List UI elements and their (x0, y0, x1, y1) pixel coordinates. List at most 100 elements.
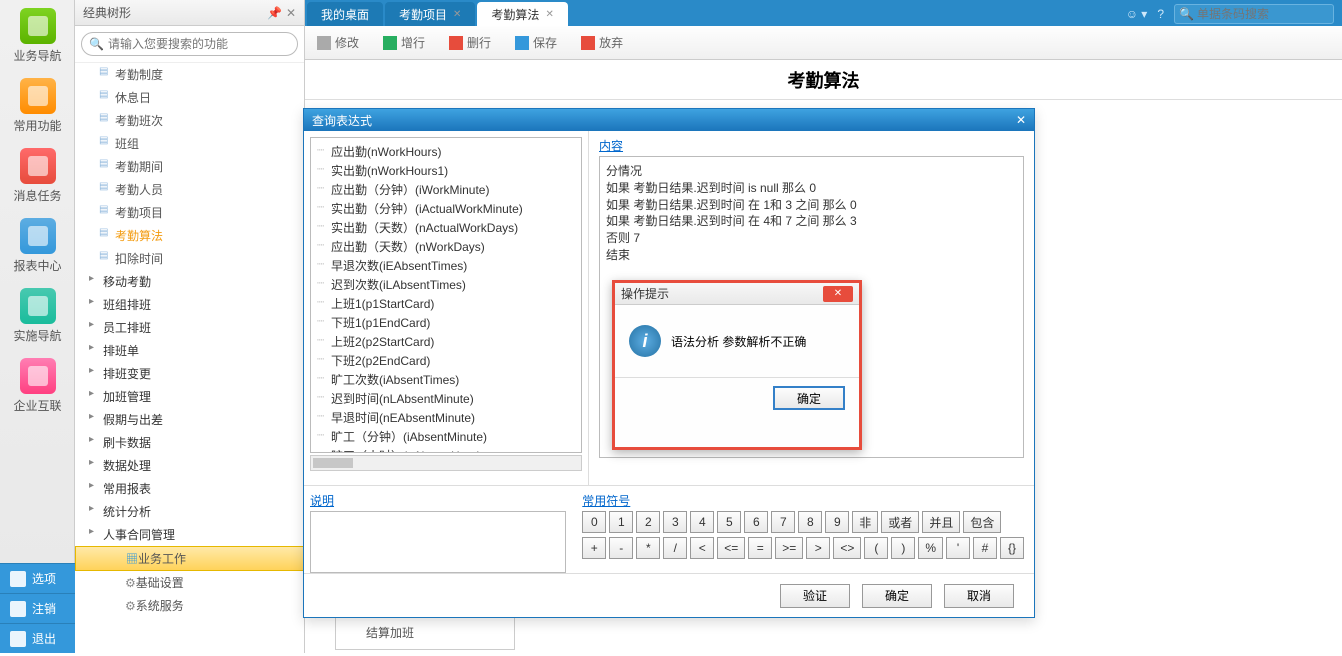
symbol-button[interactable]: 6 (744, 511, 768, 533)
field-item[interactable]: 旷工（分钟）(iAbsentMinute) (331, 427, 577, 446)
pin-icon[interactable]: 📌 (267, 6, 282, 20)
tree-group[interactable]: 假期与出差 (75, 408, 304, 431)
symbol-button[interactable]: {} (1000, 537, 1024, 559)
field-list[interactable]: 应出勤(nWorkHours)实出勤(nWorkHours1)应出勤（分钟）(i… (310, 137, 582, 453)
nav-favorites[interactable]: 常用功能 (0, 70, 75, 140)
symbol-button[interactable]: 0 (582, 511, 606, 533)
alert-ok-button[interactable]: 确定 (773, 386, 845, 410)
cancel-button[interactable]: 取消 (944, 584, 1014, 608)
tree-group[interactable]: 排班变更 (75, 362, 304, 385)
tree-group[interactable]: 人事合同管理 (75, 523, 304, 546)
tree-group[interactable]: 员工排班 (75, 316, 304, 339)
nav-deploy[interactable]: 实施导航 (0, 280, 75, 350)
field-item[interactable]: 应出勤(nWorkHours) (331, 142, 577, 161)
tree-leaf[interactable]: 考勤期间 (75, 155, 304, 178)
tree-leaf[interactable]: 考勤制度 (75, 63, 304, 86)
nav-reports[interactable]: 报表中心 (0, 210, 75, 280)
field-item[interactable]: 应出勤（天数）(nWorkDays) (331, 237, 577, 256)
tree-group[interactable]: 常用报表 (75, 477, 304, 500)
symbol-button[interactable]: 5 (717, 511, 741, 533)
tree-item-highlight[interactable]: 业务工作 (75, 546, 304, 571)
field-item[interactable]: 下班1(p1EndCard) (331, 313, 577, 332)
nav-enterprise[interactable]: 企业互联 (0, 350, 75, 420)
field-item[interactable]: 上班1(p1StartCard) (331, 294, 577, 313)
delrow-button[interactable]: 删行 (449, 34, 491, 51)
options-button[interactable]: 选项 (0, 563, 75, 593)
symbol-button[interactable]: < (690, 537, 714, 559)
logout-button[interactable]: 注销 (0, 593, 75, 623)
symbol-button[interactable]: ' (946, 537, 970, 559)
edit-button[interactable]: 修改 (317, 34, 359, 51)
tree-group[interactable]: 排班单 (75, 339, 304, 362)
tree-group[interactable]: 班组排班 (75, 293, 304, 316)
tree-service[interactable]: 基础设置 (75, 571, 304, 594)
field-item[interactable]: 实出勤（分钟）(iActualWorkMinute) (331, 199, 577, 218)
symbol-button[interactable]: 8 (798, 511, 822, 533)
dialog-titlebar[interactable]: 查询表达式 ✕ (304, 109, 1034, 131)
tree-service[interactable]: 系统服务 (75, 594, 304, 617)
tree-group[interactable]: 刷卡数据 (75, 431, 304, 454)
list-item[interactable]: 结算加班 (336, 622, 514, 643)
symbol-button[interactable]: % (918, 537, 943, 559)
symbol-button[interactable]: >= (775, 537, 803, 559)
tab[interactable]: 我的桌面 (307, 2, 383, 26)
content-label[interactable]: 内容 (599, 137, 623, 154)
symbol-button[interactable]: 并且 (922, 511, 960, 533)
tree-body[interactable]: 考勤制度休息日考勤班次班组考勤期间考勤人员考勤项目考勤算法扣除时间 移动考勤班组… (75, 63, 304, 656)
tree-group[interactable]: 移动考勤 (75, 270, 304, 293)
nav-business[interactable]: 业务导航 (0, 0, 75, 70)
symbol-button[interactable]: > (806, 537, 830, 559)
field-item[interactable]: 旷工（小时）(nAbsentHour) (331, 446, 577, 453)
tree-group[interactable]: 加班管理 (75, 385, 304, 408)
field-item[interactable]: 早退次数(iEAbsentTimes) (331, 256, 577, 275)
field-item[interactable]: 迟到次数(iLAbsentTimes) (331, 275, 577, 294)
validate-button[interactable]: 验证 (780, 584, 850, 608)
barcode-search-input[interactable] (1174, 4, 1334, 24)
field-item[interactable]: 上班2(p2StartCard) (331, 332, 577, 351)
field-item[interactable]: 早退时间(nEAbsentMinute) (331, 408, 577, 427)
smiley-icon[interactable]: ☺ ▾ (1126, 7, 1148, 21)
symbol-button[interactable]: 2 (636, 511, 660, 533)
field-item[interactable]: 实出勤(nWorkHours1) (331, 161, 577, 180)
help-icon[interactable]: ? (1157, 7, 1164, 21)
symbol-button[interactable]: 4 (690, 511, 714, 533)
tree-leaf[interactable]: 考勤班次 (75, 109, 304, 132)
tree-leaf[interactable]: 扣除时间 (75, 247, 304, 270)
close-icon[interactable]: ✕ (1016, 113, 1026, 127)
exit-button[interactable]: 退出 (0, 623, 75, 653)
close-icon[interactable]: ✕ (286, 6, 296, 20)
symbol-button[interactable]: * (636, 537, 660, 559)
tree-leaf[interactable]: 考勤算法 (75, 224, 304, 247)
tree-group[interactable]: 数据处理 (75, 454, 304, 477)
addrow-button[interactable]: 增行 (383, 34, 425, 51)
close-icon[interactable]: ✕ (545, 9, 553, 20)
close-icon[interactable]: ✕ (823, 286, 853, 302)
symbol-button[interactable]: + (582, 537, 606, 559)
tree-group[interactable]: 统计分析 (75, 500, 304, 523)
tree-leaf[interactable]: 休息日 (75, 86, 304, 109)
symbol-button[interactable]: <= (717, 537, 745, 559)
symbol-button[interactable]: <> (833, 537, 861, 559)
ok-button[interactable]: 确定 (862, 584, 932, 608)
symbol-button[interactable]: = (748, 537, 772, 559)
symbol-button[interactable]: 7 (771, 511, 795, 533)
scrollbar[interactable] (310, 455, 582, 471)
close-icon[interactable]: ✕ (453, 9, 461, 20)
nav-messages[interactable]: 消息任务 (0, 140, 75, 210)
symbol-button[interactable]: 1 (609, 511, 633, 533)
symbol-button[interactable]: 非 (852, 511, 878, 533)
tree-leaf[interactable]: 考勤人员 (75, 178, 304, 201)
tree-search-input[interactable] (81, 32, 298, 56)
tree-leaf[interactable]: 班组 (75, 132, 304, 155)
field-item[interactable]: 旷工次数(iAbsentTimes) (331, 370, 577, 389)
tab[interactable]: 考勤项目✕ (385, 2, 475, 26)
discard-button[interactable]: 放弃 (581, 34, 623, 51)
symbol-button[interactable]: / (663, 537, 687, 559)
save-button[interactable]: 保存 (515, 34, 557, 51)
tree-leaf[interactable]: 考勤项目 (75, 201, 304, 224)
symbol-button[interactable]: 或者 (881, 511, 919, 533)
symbol-button[interactable]: # (973, 537, 997, 559)
tab[interactable]: 考勤算法✕ (477, 2, 567, 26)
field-item[interactable]: 实出勤（天数）(nActualWorkDays) (331, 218, 577, 237)
symbol-button[interactable]: 包含 (963, 511, 1001, 533)
